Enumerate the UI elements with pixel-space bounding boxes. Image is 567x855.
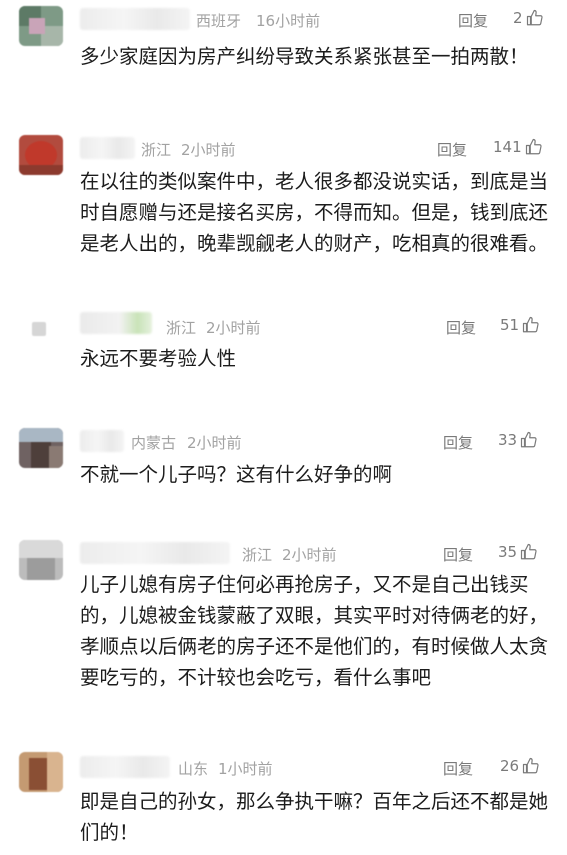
username-blurred[interactable] (80, 137, 135, 159)
comment-text: 不就一个儿子吗？这有什么好争的啊 (80, 463, 393, 486)
comment-time: 16小时前 (256, 12, 321, 30)
comment-text: 在以往的类似案件中，老人很多都没说实话，到底是当时自愿赠与还是接名买房，不得而知… (80, 170, 549, 255)
username-blurred[interactable] (80, 430, 124, 452)
reply-button[interactable]: 回复 (443, 544, 473, 565)
thumbs-up-icon (522, 757, 539, 774)
like-count: 26 (500, 757, 520, 775)
reply-button[interactable]: 回复 (437, 139, 467, 160)
comment-location: 内蒙古 (131, 434, 177, 452)
avatar[interactable] (32, 322, 46, 336)
like-count: 2 (513, 9, 523, 27)
like-count: 33 (498, 431, 518, 449)
reply-button[interactable]: 回复 (458, 10, 488, 31)
comment-location: 浙江 (242, 546, 273, 564)
username-blurred[interactable] (80, 312, 152, 334)
username-blurred[interactable] (80, 542, 230, 564)
thumbs-up-icon (520, 431, 537, 448)
comment-text: 儿子儿媳有房子住何必再抢房子，又不是自己出钱买的，儿媳被金钱蒙蔽了双眼，其实平时… (80, 573, 549, 689)
comment-time: 2小时前 (206, 319, 261, 337)
username-blurred[interactable] (80, 8, 190, 30)
reply-button[interactable]: 回复 (443, 758, 473, 779)
reply-button[interactable]: 回复 (443, 432, 473, 453)
like-button[interactable]: 33 (498, 431, 538, 449)
comment-location: 西班牙 (196, 12, 242, 30)
avatar[interactable] (19, 135, 63, 175)
thumbs-up-icon (520, 543, 537, 560)
thumbs-up-icon (526, 9, 543, 26)
comment-time: 2小时前 (181, 141, 236, 159)
thumbs-up-icon (522, 316, 539, 333)
like-button[interactable]: 51 (500, 316, 540, 334)
comment-text: 多少家庭因为房产纠纷导致关系紧张甚至一拍两散！ (80, 45, 529, 68)
comment-location: 浙江 (141, 141, 172, 159)
avatar[interactable] (19, 540, 63, 580)
comment-text: 永远不要考验人性 (80, 347, 237, 370)
like-button[interactable]: 141 (493, 138, 543, 156)
like-button[interactable]: 26 (500, 757, 540, 775)
like-count: 141 (493, 138, 522, 156)
avatar[interactable] (19, 428, 63, 468)
like-count: 35 (498, 543, 518, 561)
username-blurred[interactable] (80, 756, 170, 778)
comment-time: 2小时前 (282, 546, 337, 564)
like-button[interactable]: 35 (498, 543, 538, 561)
reply-button[interactable]: 回复 (446, 317, 476, 338)
like-button[interactable]: 2 (513, 9, 544, 27)
comment-text: 即是自己的孙女，那么争执干嘛？百年之后还不都是她们的！ (80, 790, 549, 844)
comment-location: 山东 (178, 760, 209, 778)
avatar[interactable] (19, 752, 63, 792)
like-count: 51 (500, 316, 520, 334)
avatar[interactable] (19, 6, 63, 46)
thumbs-up-icon (525, 138, 542, 155)
comment-time: 1小时前 (218, 760, 273, 778)
comment-location: 浙江 (166, 319, 197, 337)
comment-time: 2小时前 (187, 434, 242, 452)
